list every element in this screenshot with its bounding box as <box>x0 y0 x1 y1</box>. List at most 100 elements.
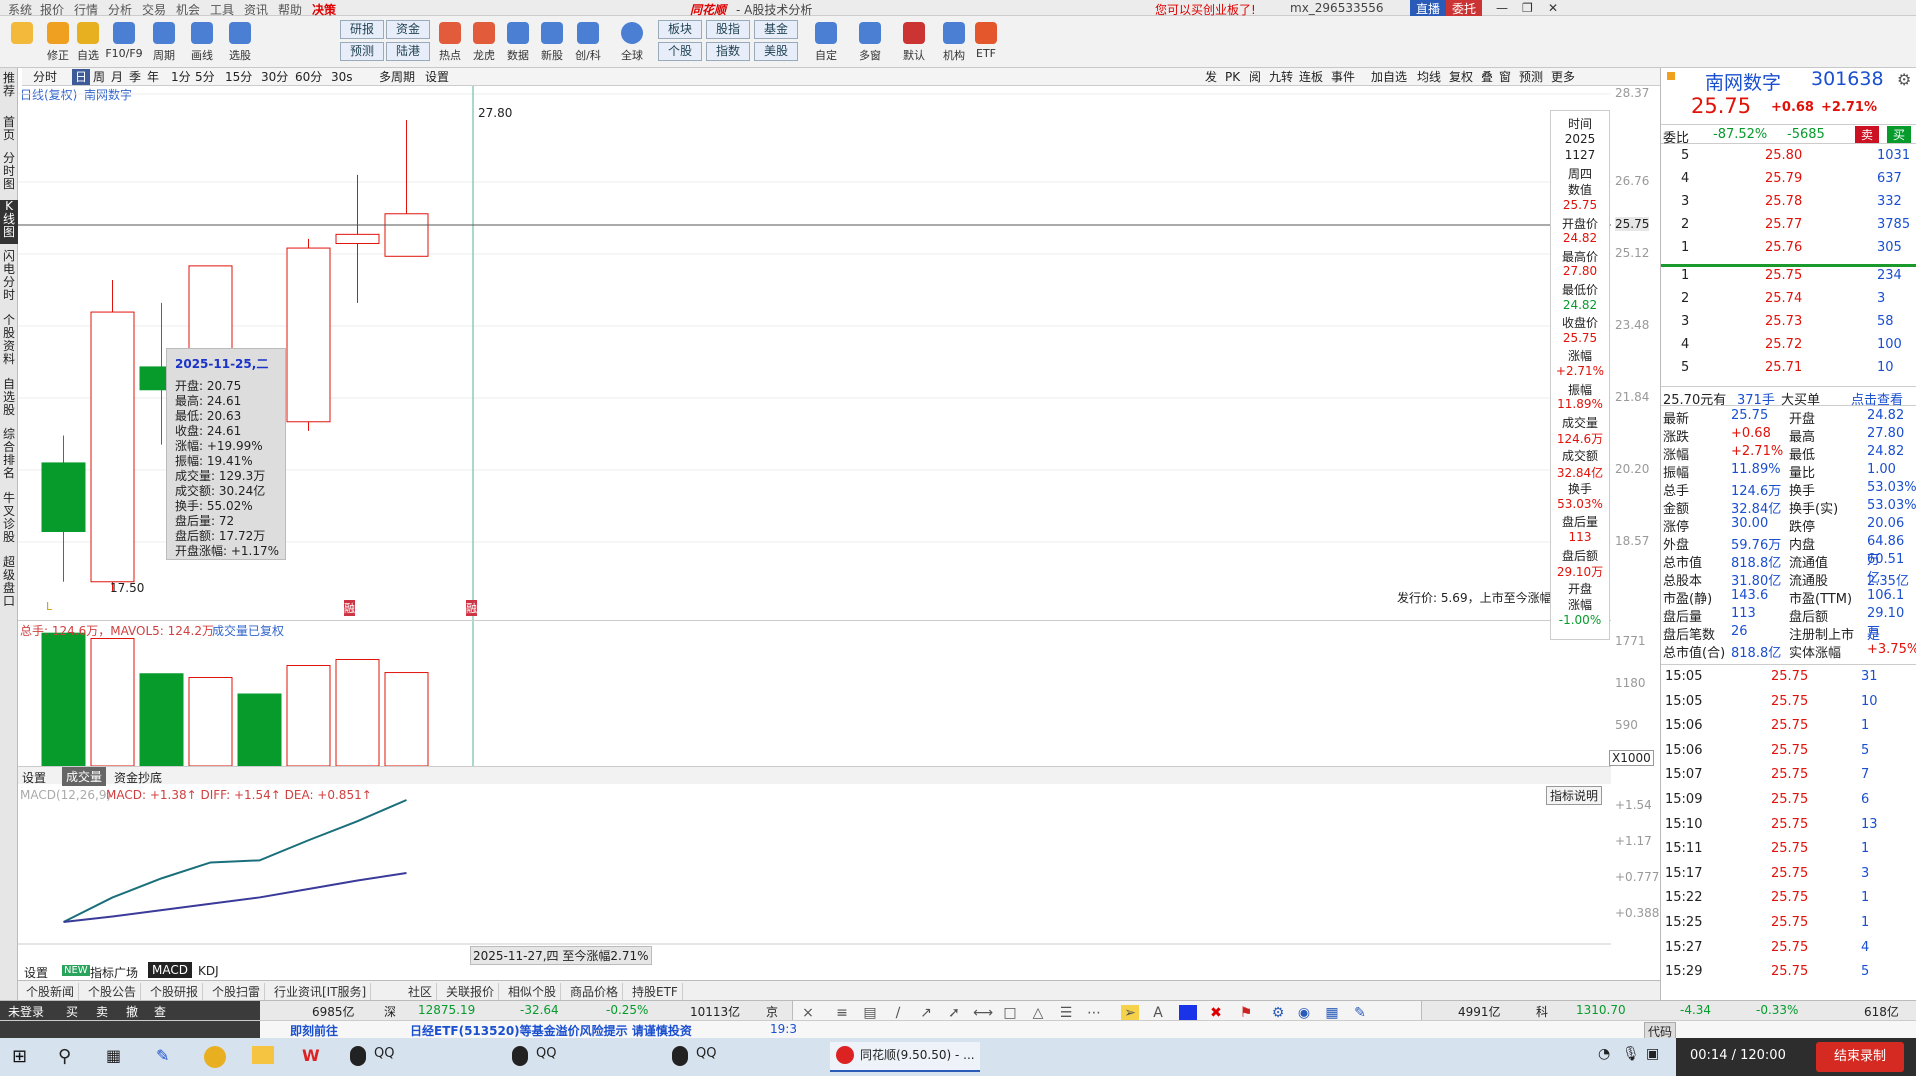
stat-row[interactable]: 总市值(合) 818.8亿 实体涨幅 +3.75% <box>1661 642 1916 664</box>
toolbar-button-global[interactable]: 全球 <box>612 20 652 66</box>
taskbar-app-qq-2[interactable]: QQ <box>536 1046 556 1061</box>
buy-order-row[interactable]: 4 25.72 100 <box>1661 337 1916 359</box>
period-quarter[interactable]: 季 <box>126 69 144 85</box>
rail-flash[interactable]: 闪电分时 <box>0 250 18 308</box>
grid-icon[interactable]: ▤ <box>861 1005 879 1021</box>
toolbar-button-select[interactable]: 选股 <box>220 20 260 66</box>
pb-right-event[interactable]: 事件 <box>1328 69 1358 85</box>
toolbar-button-favorites[interactable]: 自选 <box>68 20 108 66</box>
hline-icon[interactable]: ⟷ <box>973 1005 993 1021</box>
toolbar-button-futures[interactable]: 股指 <box>706 20 750 39</box>
bookmark-icon[interactable]: ⚑ <box>1237 1005 1255 1021</box>
vol-tab-volume[interactable]: 成交量 <box>62 767 107 786</box>
pb-right-nine[interactable]: 九转 <box>1266 69 1296 85</box>
period-year[interactable]: 年 <box>144 69 162 85</box>
status-cancel[interactable]: 撤 <box>126 1003 138 1020</box>
apps-icon[interactable]: ▦ <box>1323 1005 1341 1021</box>
folder-icon[interactable] <box>252 1046 274 1064</box>
entrust-button[interactable]: 委托 <box>1446 0 1483 17</box>
buy-order-row[interactable]: 3 25.73 58 <box>1661 314 1916 336</box>
sell-order-row[interactable]: 2 25.77 3785 <box>1661 217 1916 239</box>
ind-tab-macd[interactable]: MACD <box>148 962 192 978</box>
close-icon[interactable]: × <box>799 1005 817 1021</box>
triangle-icon[interactable]: △ <box>1029 1005 1047 1021</box>
pencil-icon[interactable]: ✎ <box>1351 1005 1369 1021</box>
sell-order-row[interactable]: 3 25.78 332 <box>1661 194 1916 216</box>
sliders-icon[interactable]: ≡ <box>833 1005 851 1021</box>
toolbar-button-period[interactable]: 周期 <box>144 20 184 66</box>
toolbar-button-multiwin[interactable]: 多窗 <box>850 20 890 66</box>
sell-order-row[interactable]: 4 25.79 637 <box>1661 171 1916 193</box>
restore-icon[interactable]: ❐ <box>1522 1 1533 15</box>
sell-button[interactable]: 卖 <box>1855 126 1880 143</box>
chrome-icon[interactable] <box>204 1046 226 1068</box>
line-icon[interactable]: ∕ <box>889 1005 907 1021</box>
period-1min[interactable]: 1分 <box>168 69 194 85</box>
info-tab[interactable]: 商品价格 <box>566 983 624 1000</box>
task-view-icon[interactable]: ▦ <box>106 1046 121 1065</box>
tick-row[interactable]: 15:10 25.75 13 <box>1661 817 1916 839</box>
rail-kline[interactable]: K线图 <box>0 200 18 244</box>
toolbar-button-ipo[interactable]: 新股 <box>532 20 572 66</box>
sell-order-row[interactable]: 1 25.76 305 <box>1661 240 1916 262</box>
info-tab[interactable]: 相似个股 <box>504 983 562 1000</box>
toolbar-button-stock[interactable]: 个股 <box>658 42 702 61</box>
rail-diagnose[interactable]: 牛叉诊股 <box>0 492 18 550</box>
buy-order-row[interactable]: 5 25.71 10 <box>1661 360 1916 382</box>
pb-right-limit[interactable]: 连板 <box>1296 69 1326 85</box>
delete-icon[interactable]: ✖ <box>1207 1005 1225 1021</box>
toolbar-button-funds[interactable]: 资金 <box>386 20 430 39</box>
big-order-row[interactable]: 25.70元有 371手 大买单 点击查看 <box>1661 386 1916 408</box>
pen-app-icon[interactable]: ✎ <box>156 1046 169 1065</box>
ray-icon[interactable]: ↗ <box>917 1005 935 1021</box>
ind-tab-kdj[interactable]: KDJ <box>198 964 219 978</box>
toolbar-button-gem[interactable]: 创/科 <box>568 20 608 66</box>
tick-row[interactable]: 15:09 25.75 6 <box>1661 792 1916 814</box>
info-tab[interactable]: 个股研报 <box>146 983 204 1000</box>
buy-button[interactable]: 买 <box>1887 126 1912 143</box>
toolbar-button-hk[interactable]: 陆港 <box>386 42 430 61</box>
rail-favorites[interactable]: 自选股 <box>0 378 18 422</box>
info-tab[interactable]: 个股新闻 <box>22 983 80 1000</box>
toolbar-button-fund[interactable]: 基金 <box>754 20 798 39</box>
toolbar-button-custom[interactable]: 自定 <box>806 20 846 66</box>
live-button[interactable]: 直播 <box>1410 0 1447 17</box>
fib-icon[interactable]: ☰ <box>1057 1005 1075 1021</box>
cursor-icon[interactable]: ➢ <box>1121 1005 1139 1021</box>
period-5min[interactable]: 5分 <box>192 69 218 85</box>
tick-row[interactable]: 15:25 25.75 1 <box>1661 915 1916 937</box>
pb-right-read[interactable]: 阅 <box>1246 69 1264 85</box>
pb-right-ma[interactable]: 均线 <box>1414 69 1444 85</box>
rail-home[interactable]: 首页 <box>0 116 18 146</box>
period-timeshare[interactable]: 分时 <box>30 69 60 85</box>
pb-right-overlay[interactable]: 叠 <box>1478 69 1496 85</box>
eye-icon[interactable]: ◉ <box>1295 1005 1313 1021</box>
taskbar-app-qq-1[interactable]: QQ <box>374 1046 394 1061</box>
buy-order-row[interactable]: 2 25.74 3 <box>1661 291 1916 313</box>
news-text[interactable]: 日经ETF(513520)等基金溢价风险提示 请谨慎投资 <box>410 1022 692 1039</box>
info-tab[interactable]: 社区 <box>404 983 438 1000</box>
toolbar-button-index[interactable]: 指数 <box>706 42 750 61</box>
info-tab[interactable]: 个股扫雷 <box>208 983 266 1000</box>
tick-row[interactable]: 15:17 25.75 3 <box>1661 866 1916 888</box>
toolbar-button-etf[interactable]: ETF <box>966 20 1006 66</box>
toolbar-button-research[interactable]: 研报 <box>340 20 384 39</box>
rail-ranking[interactable]: 综合排名 <box>0 428 18 486</box>
user-name[interactable]: mx_296533556 <box>1290 1 1384 15</box>
toolbar-button-f10[interactable]: F10/F9 <box>104 20 144 66</box>
vol-tab-fund[interactable]: 资金抄底 <box>114 769 162 786</box>
period-60min[interactable]: 60分 <box>292 69 325 85</box>
more-icon[interactable]: ⋯ <box>1085 1005 1103 1021</box>
info-tab[interactable]: 持股ETF <box>628 983 683 1000</box>
taskbar-app-qq-3[interactable]: QQ <box>696 1046 716 1061</box>
back-button[interactable] <box>2 20 42 66</box>
vol-tab-settings[interactable]: 设置 <box>22 769 46 786</box>
period-30min[interactable]: 30分 <box>258 69 291 85</box>
period-15min[interactable]: 15分 <box>222 69 255 85</box>
close-icon[interactable]: ✕ <box>1548 1 1558 15</box>
rail-level2[interactable]: 超级盘口 <box>0 556 18 614</box>
rail-profile[interactable]: 个股资料 <box>0 314 18 372</box>
big-order-link[interactable]: 点击查看 <box>1851 389 1903 408</box>
ind-tab-square[interactable]: 指标广场 <box>90 964 138 981</box>
news-goto-link[interactable]: 即刻前往 <box>290 1022 338 1039</box>
